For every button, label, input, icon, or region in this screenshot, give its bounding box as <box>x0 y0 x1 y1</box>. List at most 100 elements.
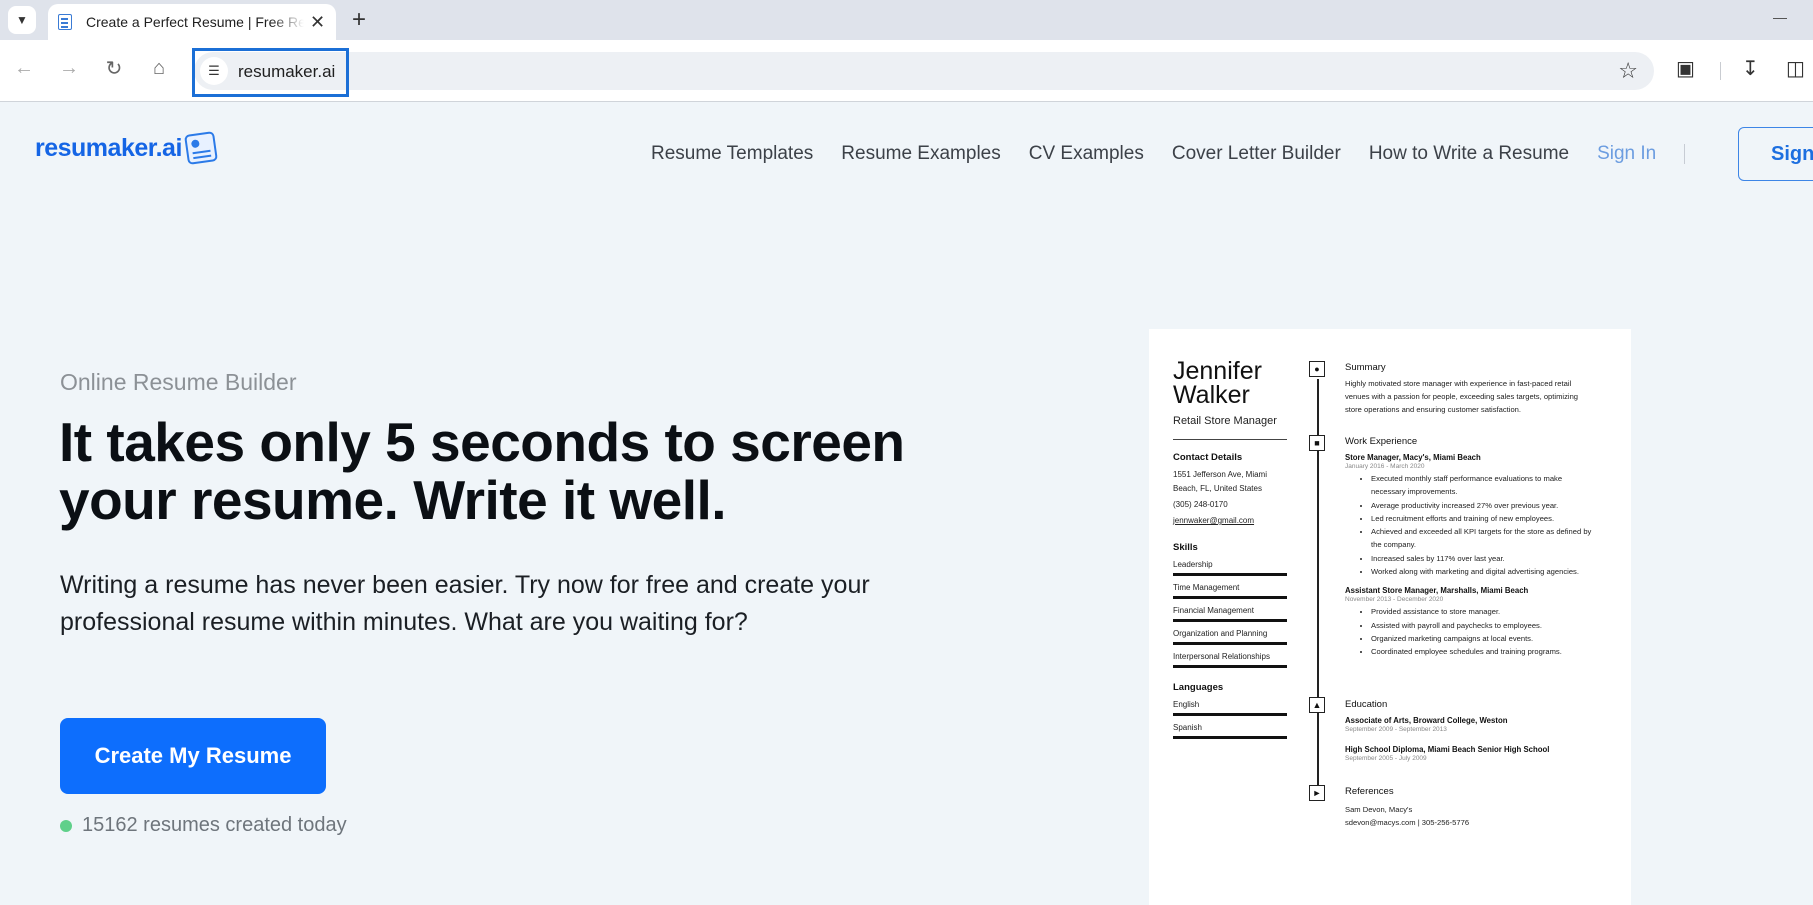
resume-divider <box>1173 439 1287 440</box>
job-bullet: Worked along with marketing and digital … <box>1371 565 1595 578</box>
hero-headline: It takes only 5 seconds to screen your r… <box>59 411 905 531</box>
job-bullet: Led recruitment efforts and training of … <box>1371 512 1595 525</box>
skill-bar <box>1173 642 1287 645</box>
download-icon[interactable]: ↧ <box>1742 56 1759 81</box>
nav-resume-examples[interactable]: Resume Examples <box>841 143 1000 165</box>
skills-heading: Skills <box>1173 542 1198 553</box>
job-bullet: Coordinated employee schedules and train… <box>1371 645 1595 658</box>
summary-text: Highly motivated store manager with expe… <box>1345 379 1579 414</box>
contact-heading: Contact Details <box>1173 452 1243 463</box>
work-briefcase-icon: ■ <box>1309 435 1325 451</box>
sign-up-button[interactable]: Sign <box>1738 127 1813 181</box>
job-dates: January 2016 - March 2020 <box>1345 463 1425 470</box>
language-item: English <box>1173 700 1200 709</box>
nav-cover-letter-builder[interactable]: Cover Letter Builder <box>1172 143 1341 165</box>
references-section: References Sam Devon, Macy's sdevon@macy… <box>1345 786 1595 829</box>
minimize-window-icon[interactable] <box>1773 18 1787 19</box>
language-item: Spanish <box>1173 723 1202 732</box>
resume-left-column: Jennifer Walker Retail Store Manager Con… <box>1173 359 1287 739</box>
hero-eyebrow: Online Resume Builder <box>60 369 297 395</box>
job-bullet: Average productivity increased 27% over … <box>1371 499 1595 512</box>
toolbar-divider <box>1720 62 1721 80</box>
resume-counter: 15162 resumes created today <box>60 814 347 837</box>
skill-item: Time Management <box>1173 583 1240 592</box>
reference-name: Sam Devon, Macy's <box>1345 805 1413 814</box>
nav-divider <box>1684 144 1686 164</box>
extensions-puzzle-icon[interactable]: ▣ <box>1676 56 1695 81</box>
language-bar <box>1173 713 1287 716</box>
job-bullet: Assisted with payroll and paychecks to e… <box>1371 619 1595 632</box>
browser-tab-bar: ▼ Create a Perfect Resume | Free Resume … <box>0 0 1813 40</box>
job-bullets: Executed monthly staff performance evalu… <box>1345 472 1595 578</box>
counter-text: 15162 resumes created today <box>82 814 347 836</box>
skill-bar <box>1173 665 1287 668</box>
browser-tab[interactable]: Create a Perfect Resume | Free Resume Bu… <box>48 4 336 40</box>
resume-preview: Jennifer Walker Retail Store Manager Con… <box>1149 329 1631 905</box>
work-section: Work Experience Store Manager, Macy's, M… <box>1345 436 1595 659</box>
language-bar <box>1173 736 1287 739</box>
job-title: Store Manager, Macy's, Miami Beach <box>1345 453 1481 462</box>
education-title: High School Diploma, Miami Beach Senior … <box>1345 745 1550 754</box>
hero-subtext: Writing a resume has never been easier. … <box>60 571 870 636</box>
job-title: Assistant Store Manager, Marshalls, Miam… <box>1345 586 1529 596</box>
logo-text: resumaker.ai <box>35 133 182 162</box>
main-navigation: Resume Templates Resume Examples CV Exam… <box>651 143 1715 165</box>
resume-first-name: Jennifer <box>1173 357 1262 385</box>
skill-item: Organization and Planning <box>1173 629 1268 638</box>
summary-heading: Summary <box>1345 362 1386 373</box>
site-header: resumaker.ai Resume Templates Resume Exa… <box>0 103 1813 193</box>
job-dates: November 2013 - December 2020 <box>1345 596 1444 604</box>
education-dates: September 2009 - September 2013 <box>1345 726 1447 733</box>
job-bullet: Organized marketing campaigns at local e… <box>1371 632 1595 645</box>
site-logo[interactable]: resumaker.ai <box>35 131 218 165</box>
skill-item: Financial Management <box>1173 606 1254 615</box>
tab-search-chevron-icon[interactable]: ▼ <box>8 6 36 34</box>
close-tab-icon[interactable]: ✕ <box>310 12 325 33</box>
summary-person-icon: ● <box>1309 361 1325 377</box>
browser-toolbar: ← → ↻ ⌂ ☰ resumaker.ai ☆ ▣ ↧ ◫ <box>0 40 1813 102</box>
education-section: Education Associate of Arts, Broward Col… <box>1345 699 1595 762</box>
nav-how-to-write-resume[interactable]: How to Write a Resume <box>1369 143 1569 165</box>
resume-phone: (305) 248-0170 <box>1173 500 1228 509</box>
job-bullet: Executed monthly staff performance evalu… <box>1371 472 1595 499</box>
education-cap-icon: ▲ <box>1309 697 1325 713</box>
address-bar[interactable]: ☰ resumaker.ai ☆ <box>194 52 1654 90</box>
resume-role: Retail Store Manager <box>1173 415 1277 427</box>
education-dates: September 2005 - July 2009 <box>1345 755 1427 762</box>
reference-contact: sdevon@macys.com | 305-256-5776 <box>1345 818 1470 827</box>
reload-icon[interactable]: ↻ <box>100 54 128 82</box>
resume-favicon-icon <box>58 14 72 30</box>
job-bullet: Achieved and exceeded all KPI targets fo… <box>1371 525 1595 552</box>
languages-heading: Languages <box>1173 682 1224 693</box>
bookmark-star-icon[interactable]: ☆ <box>1618 58 1638 84</box>
create-resume-button[interactable]: Create My Resume <box>60 718 326 794</box>
resume-email: jennwaker@gmail.com <box>1173 516 1255 525</box>
skill-bar <box>1173 573 1287 576</box>
references-megaphone-icon: ► <box>1309 785 1325 801</box>
home-icon[interactable]: ⌂ <box>145 54 173 82</box>
skill-bar <box>1173 596 1287 599</box>
education-heading: Education <box>1345 699 1388 710</box>
nav-cv-examples[interactable]: CV Examples <box>1029 143 1144 165</box>
nav-resume-templates[interactable]: Resume Templates <box>651 143 813 165</box>
logo-resume-icon <box>183 131 218 165</box>
job-bullets: Provided assistance to store manager. As… <box>1345 605 1595 658</box>
new-tab-plus-icon[interactable]: + <box>352 6 366 34</box>
live-status-dot-icon <box>60 819 72 832</box>
tab-title: Create a Perfect Resume | Free Resume Bu… <box>86 14 304 30</box>
education-title: Associate of Arts, Broward College, West… <box>1345 716 1508 725</box>
url-highlight-box <box>192 48 349 97</box>
resume-last-name: Walker <box>1173 381 1250 409</box>
back-arrow-icon[interactable]: ← <box>10 54 38 82</box>
skill-item: Interpersonal Relationships <box>1173 652 1270 661</box>
work-heading: Work Experience <box>1345 436 1418 447</box>
sign-in-link[interactable]: Sign In <box>1597 143 1656 165</box>
forward-arrow-icon[interactable]: → <box>55 54 83 82</box>
summary-section: Summary Highly motivated store manager w… <box>1345 362 1595 416</box>
side-panel-icon[interactable]: ◫ <box>1786 56 1805 81</box>
job-bullet: Increased sales by 117% over last year. <box>1371 552 1595 565</box>
references-heading: References <box>1345 786 1394 797</box>
skill-bar <box>1173 619 1287 622</box>
skill-item: Leadership <box>1173 560 1213 569</box>
job-bullet: Provided assistance to store manager. <box>1371 605 1595 618</box>
